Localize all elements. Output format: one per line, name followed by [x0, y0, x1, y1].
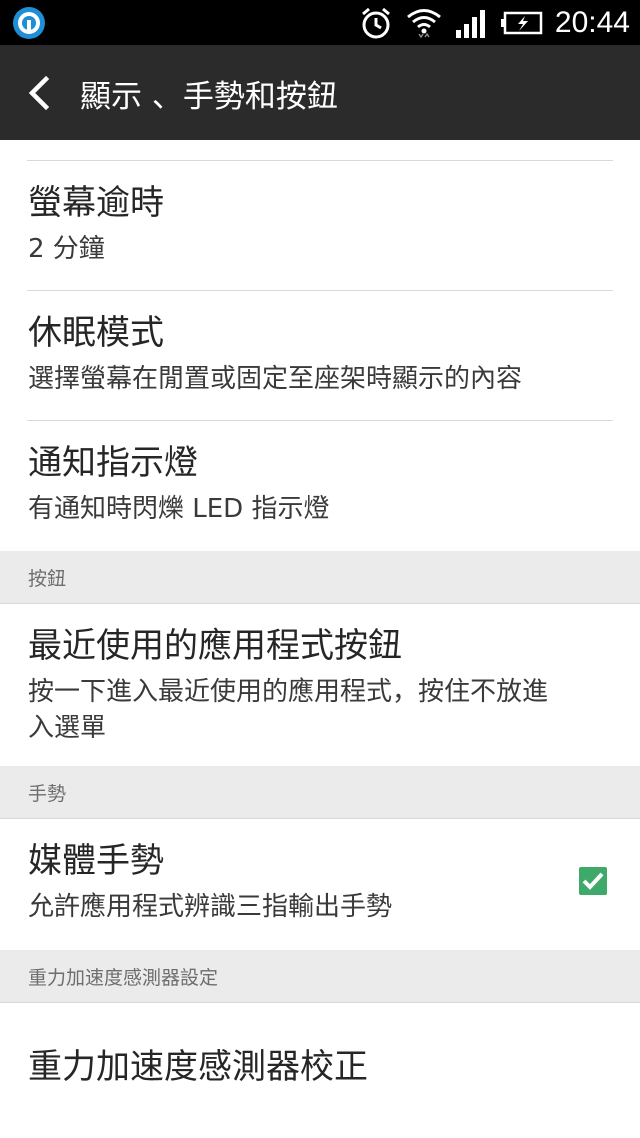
screen-timeout-item[interactable]: 螢幕逾時 2 分鐘 — [0, 161, 640, 290]
page-title: 顯示 、手勢和按鈕 — [80, 79, 338, 115]
item-title: 重力加速度感測器校正 — [28, 1047, 368, 1087]
section-header-buttons: 按鈕 — [0, 551, 640, 604]
gsensor-calibration-item[interactable]: 重力加速度感測器校正 — [0, 1003, 640, 1133]
section-header-gestures: 手勢 — [0, 766, 640, 819]
notification-light-item[interactable]: 通知指示燈 有通知時閃爍 LED 指示燈 — [0, 421, 640, 551]
section-header-gsensor: 重力加速度感測器設定 — [0, 950, 640, 1003]
item-subtitle: 2 分鐘 — [28, 234, 105, 264]
item-title: 最近使用的應用程式按鈕 — [28, 626, 402, 666]
media-gesture-checkbox[interactable] — [579, 867, 607, 895]
item-subtitle: 選擇螢幕在閒置或固定至座架時顯示的內容 — [28, 364, 523, 394]
item-title: 媒體手勢 — [28, 841, 164, 881]
checkmark-icon — [582, 872, 604, 890]
battery-charging-icon — [500, 11, 543, 34]
recent-apps-button-item[interactable]: 最近使用的應用程式按鈕 按一下進入最近使用的應用程式，按住不放進 入選單 — [0, 604, 640, 766]
item-subtitle: 按一下進入最近使用的應用程式，按住不放進 — [28, 677, 549, 707]
status-bar: 20:44 — [0, 0, 640, 45]
status-time: 20:44 — [554, 5, 630, 39]
settings-list: 螢幕逾時 2 分鐘 休眠模式 選擇螢幕在閒置或固定至座架時顯示的內容 通知指示燈… — [0, 140, 640, 1133]
action-bar: 顯示 、手勢和按鈕 — [0, 45, 640, 140]
daydream-item[interactable]: 休眠模式 選擇螢幕在閒置或固定至座架時顯示的內容 — [0, 291, 640, 420]
item-title: 螢幕逾時 — [28, 183, 164, 223]
item-subtitle: 允許應用程式辨識三指輸出手勢 — [28, 892, 393, 922]
item-subtitle-line2: 入選單 — [28, 713, 107, 743]
app-notification-icon — [13, 7, 45, 39]
wifi-icon — [406, 8, 441, 38]
item-title: 休眠模式 — [28, 313, 164, 353]
signal-bars-icon — [455, 9, 485, 38]
media-gesture-item[interactable]: 媒體手勢 允許應用程式辨識三指輸出手勢 — [0, 819, 640, 950]
alarm-clock-icon — [361, 7, 390, 38]
chevron-left-icon[interactable] — [22, 75, 58, 111]
item-subtitle: 有通知時閃爍 LED 指示燈 — [28, 494, 330, 524]
item-title: 通知指示燈 — [28, 443, 198, 483]
